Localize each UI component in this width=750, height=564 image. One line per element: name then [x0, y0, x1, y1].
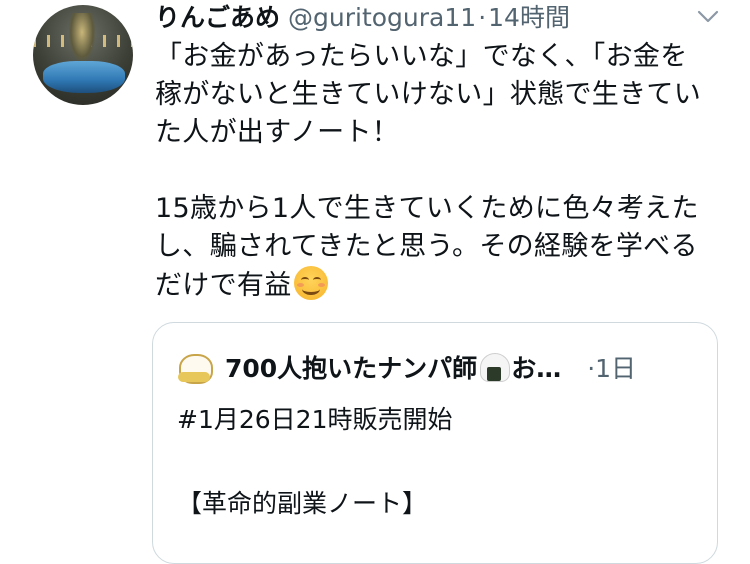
avatar[interactable]: [33, 5, 133, 105]
tweet-line: た人が出すノート！: [155, 117, 400, 148]
tweet-line: 稼がないと生きていけない」状態で生きてい: [155, 79, 701, 110]
tweet-line-text: だけで有益: [155, 270, 292, 301]
smiling-face-emoji-icon: [293, 266, 328, 300]
display-name[interactable]: りんごあめ: [155, 0, 280, 36]
tweet-line-last: だけで有益: [155, 266, 730, 305]
quoted-timestamp: ·1日: [587, 354, 637, 383]
chevron-down-icon[interactable]: [697, 10, 719, 24]
tweet-line: し、騙されてきたと思う。その経験を学べる: [155, 231, 698, 262]
tweet-header: りんごあめ @guritogura11 · 14時間: [155, 0, 570, 36]
onigiri-emoji-icon: [479, 352, 511, 382]
tweet-line: 「お金があったらいいな」でなく、「お金を: [155, 41, 688, 72]
quoted-line[interactable]: #1月26日21時販売開始: [177, 401, 452, 439]
handle[interactable]: @guritogura11: [288, 0, 476, 36]
timestamp[interactable]: 14時間: [488, 0, 570, 36]
quoted-avatar[interactable]: [175, 348, 213, 386]
quoted-line: 【革命的副業ノート】: [177, 489, 428, 518]
quoted-tweet-body: #1月26日21時販売開始 【革命的副業ノート】: [177, 401, 452, 523]
separator: ·: [478, 3, 487, 32]
quoted-name-suffix: お…: [511, 354, 562, 383]
tweet-line: 15歳から1人で生きていくために色々考えた: [155, 193, 699, 224]
quoted-tweet-card[interactable]: 700人抱いたナンパ師 お… ·1日 #1月26日21時販売開始 【革命的副業ノ…: [152, 322, 718, 564]
quoted-display-name: 700人抱いたナンパ師: [225, 354, 478, 383]
tweet-body: 「お金があったらいいな」でなく、「お金を 稼がないと生きていけない」状態で生きて…: [155, 38, 730, 305]
quoted-tweet-header: 700人抱いたナンパ師 お… ·1日: [175, 347, 636, 387]
